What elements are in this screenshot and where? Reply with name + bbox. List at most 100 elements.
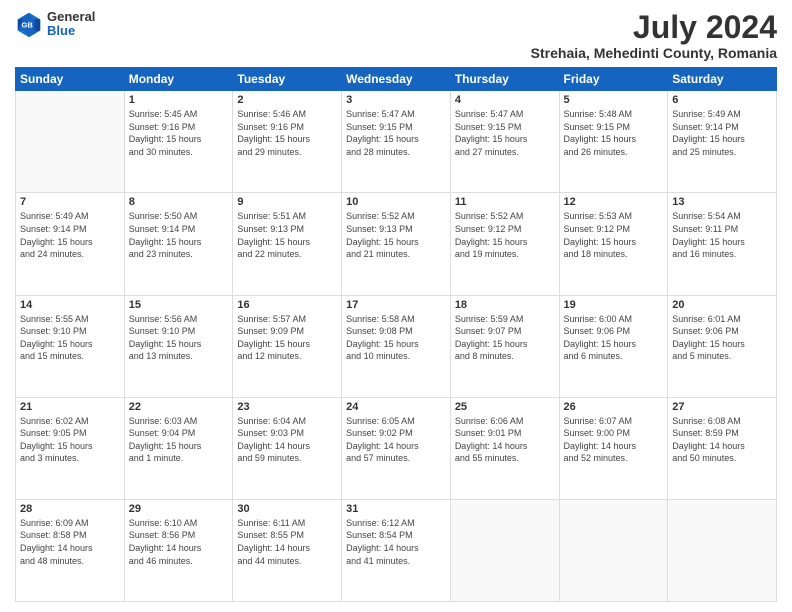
calendar-cell: 13 Sunrise: 5:54 AM Sunset: 9:11 PM Dayli… (668, 193, 777, 295)
logo-line2: Blue (47, 24, 95, 38)
weekday-header-saturday: Saturday (668, 68, 777, 91)
day-info: Sunrise: 5:59 AM Sunset: 9:07 PM Dayligh… (455, 313, 555, 363)
day-number: 18 (455, 299, 555, 311)
logo-line1: General (47, 10, 95, 24)
day-info: Sunrise: 6:08 AM Sunset: 8:59 PM Dayligh… (672, 415, 772, 465)
main-title: July 2024 (531, 10, 777, 45)
day-info: Sunrise: 5:49 AM Sunset: 9:14 PM Dayligh… (672, 108, 772, 158)
weekday-header-row: SundayMondayTuesdayWednesdayThursdayFrid… (16, 68, 777, 91)
day-info: Sunrise: 5:55 AM Sunset: 9:10 PM Dayligh… (20, 313, 120, 363)
day-number: 9 (237, 196, 337, 208)
day-number: 20 (672, 299, 772, 311)
day-info: Sunrise: 5:45 AM Sunset: 9:16 PM Dayligh… (129, 108, 229, 158)
calendar-week-row: 14 Sunrise: 5:55 AM Sunset: 9:10 PM Dayli… (16, 295, 777, 397)
day-number: 14 (20, 299, 120, 311)
day-info: Sunrise: 5:46 AM Sunset: 9:16 PM Dayligh… (237, 108, 337, 158)
calendar-cell: 28Sunrise: 6:09 AM Sunset: 8:58 PM Dayli… (16, 499, 125, 601)
day-info: Sunrise: 6:07 AM Sunset: 9:00 PM Dayligh… (564, 415, 664, 465)
day-info: Sunrise: 5:56 AM Sunset: 9:10 PM Dayligh… (129, 313, 229, 363)
calendar-cell: 16 Sunrise: 5:57 AM Sunset: 9:09 PM Dayli… (233, 295, 342, 397)
calendar-week-row: 21Sunrise: 6:02 AM Sunset: 9:05 PM Dayli… (16, 397, 777, 499)
day-number: 31 (346, 503, 446, 515)
calendar-cell: 21Sunrise: 6:02 AM Sunset: 9:05 PM Dayli… (16, 397, 125, 499)
day-info: Sunrise: 6:04 AM Sunset: 9:03 PM Dayligh… (237, 415, 337, 465)
calendar-week-row: 7 Sunrise: 5:49 AM Sunset: 9:14 PM Daylig… (16, 193, 777, 295)
day-number: 29 (129, 503, 229, 515)
day-info: Sunrise: 5:51 AM Sunset: 9:13 PM Dayligh… (237, 210, 337, 260)
weekday-header-wednesday: Wednesday (342, 68, 451, 91)
day-number: 23 (237, 401, 337, 413)
day-number: 12 (564, 196, 664, 208)
weekday-header-tuesday: Tuesday (233, 68, 342, 91)
logo: GB General Blue (15, 10, 95, 39)
day-number: 16 (237, 299, 337, 311)
day-number: 4 (455, 94, 555, 106)
day-number: 17 (346, 299, 446, 311)
day-info: Sunrise: 5:48 AM Sunset: 9:15 PM Dayligh… (564, 108, 664, 158)
calendar-cell: 6 Sunrise: 5:49 AM Sunset: 9:14 PM Daylig… (668, 91, 777, 193)
weekday-header-monday: Monday (124, 68, 233, 91)
weekday-header-friday: Friday (559, 68, 668, 91)
subtitle: Strehaia, Mehedinti County, Romania (531, 45, 777, 61)
day-number: 13 (672, 196, 772, 208)
calendar-cell: 7 Sunrise: 5:49 AM Sunset: 9:14 PM Daylig… (16, 193, 125, 295)
day-number: 19 (564, 299, 664, 311)
weekday-header-thursday: Thursday (450, 68, 559, 91)
calendar-cell: 11Sunrise: 5:52 AM Sunset: 9:12 PM Dayli… (450, 193, 559, 295)
day-info: Sunrise: 6:00 AM Sunset: 9:06 PM Dayligh… (564, 313, 664, 363)
day-number: 22 (129, 401, 229, 413)
calendar-cell (668, 499, 777, 601)
calendar-week-row: 1Sunrise: 5:45 AM Sunset: 9:16 PM Daylig… (16, 91, 777, 193)
calendar-cell: 9 Sunrise: 5:51 AM Sunset: 9:13 PM Daylig… (233, 193, 342, 295)
day-number: 5 (564, 94, 664, 106)
svg-text:GB: GB (22, 21, 34, 30)
day-number: 6 (672, 94, 772, 106)
calendar-cell: 24Sunrise: 6:05 AM Sunset: 9:02 PM Dayli… (342, 397, 451, 499)
calendar-cell: 23 Sunrise: 6:04 AM Sunset: 9:03 PM Dayli… (233, 397, 342, 499)
day-info: Sunrise: 5:54 AM Sunset: 9:11 PM Dayligh… (672, 210, 772, 260)
calendar-week-row: 28Sunrise: 6:09 AM Sunset: 8:58 PM Dayli… (16, 499, 777, 601)
calendar-cell (16, 91, 125, 193)
calendar-cell: 25Sunrise: 6:06 AM Sunset: 9:01 PM Dayli… (450, 397, 559, 499)
day-info: Sunrise: 6:12 AM Sunset: 8:54 PM Dayligh… (346, 517, 446, 567)
calendar-cell: 18 Sunrise: 5:59 AM Sunset: 9:07 PM Dayli… (450, 295, 559, 397)
day-info: Sunrise: 6:10 AM Sunset: 8:56 PM Dayligh… (129, 517, 229, 567)
day-info: Sunrise: 5:49 AM Sunset: 9:14 PM Dayligh… (20, 210, 120, 260)
calendar-cell: 8 Sunrise: 5:50 AM Sunset: 9:14 PM Daylig… (124, 193, 233, 295)
day-info: Sunrise: 5:57 AM Sunset: 9:09 PM Dayligh… (237, 313, 337, 363)
calendar-cell: 29 Sunrise: 6:10 AM Sunset: 8:56 PM Dayli… (124, 499, 233, 601)
calendar-cell (450, 499, 559, 601)
day-info: Sunrise: 6:03 AM Sunset: 9:04 PM Dayligh… (129, 415, 229, 465)
day-number: 25 (455, 401, 555, 413)
day-info: Sunrise: 6:05 AM Sunset: 9:02 PM Dayligh… (346, 415, 446, 465)
calendar-cell: 17 Sunrise: 5:58 AM Sunset: 9:08 PM Dayli… (342, 295, 451, 397)
title-area: July 2024 Strehaia, Mehedinti County, Ro… (531, 10, 777, 61)
day-info: Sunrise: 5:50 AM Sunset: 9:14 PM Dayligh… (129, 210, 229, 260)
weekday-header-sunday: Sunday (16, 68, 125, 91)
day-number: 8 (129, 196, 229, 208)
day-number: 7 (20, 196, 120, 208)
calendar-cell: 12 Sunrise: 5:53 AM Sunset: 9:12 PM Dayli… (559, 193, 668, 295)
logo-icon: GB (15, 10, 43, 38)
day-info: Sunrise: 6:11 AM Sunset: 8:55 PM Dayligh… (237, 517, 337, 567)
day-number: 15 (129, 299, 229, 311)
calendar-cell: 26 Sunrise: 6:07 AM Sunset: 9:00 PM Dayli… (559, 397, 668, 499)
calendar-cell (559, 499, 668, 601)
day-info: Sunrise: 6:09 AM Sunset: 8:58 PM Dayligh… (20, 517, 120, 567)
calendar-cell: 15 Sunrise: 5:56 AM Sunset: 9:10 PM Dayli… (124, 295, 233, 397)
day-number: 26 (564, 401, 664, 413)
calendar-cell: 2Sunrise: 5:46 AM Sunset: 9:16 PM Daylig… (233, 91, 342, 193)
day-number: 10 (346, 196, 446, 208)
day-info: Sunrise: 5:58 AM Sunset: 9:08 PM Dayligh… (346, 313, 446, 363)
day-info: Sunrise: 5:47 AM Sunset: 9:15 PM Dayligh… (346, 108, 446, 158)
calendar-cell: 19 Sunrise: 6:00 AM Sunset: 9:06 PM Dayli… (559, 295, 668, 397)
calendar-cell: 27 Sunrise: 6:08 AM Sunset: 8:59 PM Dayli… (668, 397, 777, 499)
day-number: 27 (672, 401, 772, 413)
calendar-cell: 31 Sunrise: 6:12 AM Sunset: 8:54 PM Dayli… (342, 499, 451, 601)
day-number: 11 (455, 196, 555, 208)
calendar-cell: 22 Sunrise: 6:03 AM Sunset: 9:04 PM Dayli… (124, 397, 233, 499)
calendar-cell: 4Sunrise: 5:47 AM Sunset: 9:15 PM Daylig… (450, 91, 559, 193)
calendar-table: SundayMondayTuesdayWednesdayThursdayFrid… (15, 67, 777, 602)
day-info: Sunrise: 6:01 AM Sunset: 9:06 PM Dayligh… (672, 313, 772, 363)
day-info: Sunrise: 5:53 AM Sunset: 9:12 PM Dayligh… (564, 210, 664, 260)
